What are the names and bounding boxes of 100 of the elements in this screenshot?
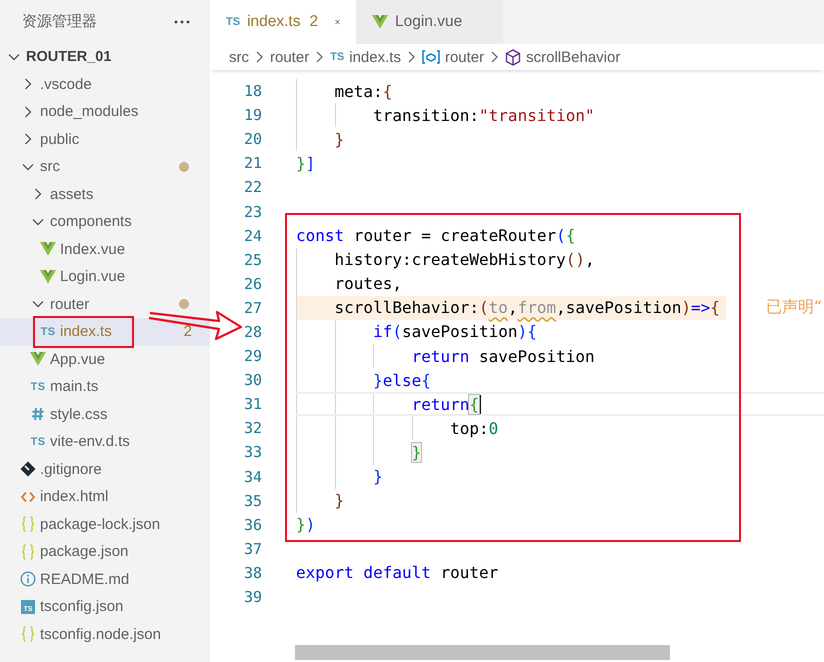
breadcrumb-item[interactable]: src — [229, 48, 249, 66]
code-line: scrollBehavior:(to,from,savePosition)=>{ — [334, 298, 720, 318]
folder-item[interactable]: assets — [0, 180, 210, 208]
ts-icon: TS — [40, 326, 56, 338]
braces-icon — [21, 626, 35, 642]
code-line: return{ — [410, 394, 480, 414]
explorer-title: 资源管理器 — [22, 12, 97, 31]
line-number: 25 — [242, 250, 262, 269]
chevron-right-icon[interactable] — [24, 133, 32, 146]
file-item[interactable]: .gitignore — [0, 456, 210, 483]
file-name: vite-env.d.ts — [50, 433, 130, 450]
chevron-right-icon — [256, 51, 263, 63]
folder-item[interactable]: .vscode — [0, 70, 210, 98]
file-item[interactable]: TS index.ts 2 — [0, 318, 210, 346]
chevron-right-icon[interactable] — [34, 188, 42, 200]
vue-icon — [40, 270, 56, 284]
vue-icon — [372, 15, 388, 29]
line-number: 27 — [242, 298, 262, 317]
chevron-right-icon[interactable] — [24, 78, 32, 90]
folder-name: assets — [50, 186, 94, 203]
code-line: }) — [296, 515, 316, 534]
file-name: tsconfig.node.json — [40, 626, 161, 643]
chevron-down-icon[interactable] — [32, 300, 44, 308]
file-item[interactable]: index.html — [0, 483, 210, 510]
info-icon — [20, 571, 36, 588]
editor-tab[interactable]: TS index.ts 2 — [210, 0, 356, 44]
code-line: transition:"transition" — [372, 106, 595, 125]
file-name: README.md — [40, 570, 130, 588]
file-item[interactable]: README.md — [0, 566, 210, 593]
line-number: 22 — [242, 178, 262, 196]
ts-icon: TS — [30, 380, 46, 393]
line-number: 34 — [242, 468, 262, 486]
file-name: main.ts — [50, 378, 98, 396]
folder-name: components — [50, 213, 132, 230]
line-number: 21 — [242, 154, 262, 172]
line-number: 35 — [242, 492, 262, 510]
chevron-down-icon[interactable] — [32, 218, 44, 226]
file-item[interactable]: package.json — [0, 538, 210, 566]
chevron-down-icon[interactable] — [8, 52, 20, 61]
code-line: if(savePosition){ — [372, 322, 537, 342]
folder-name: src — [40, 158, 60, 176]
more-icon[interactable] — [174, 20, 190, 24]
file-item[interactable]: Index.vue — [0, 236, 210, 263]
breadcrumb-item[interactable]: scrollBehavior — [505, 48, 620, 66]
code-icon — [21, 490, 35, 503]
tab-label: Login.vue — [395, 13, 462, 31]
line-number: 24 — [242, 226, 262, 245]
editor-tab[interactable]: Login.vue — [356, 0, 503, 44]
file-item[interactable]: style.css — [0, 400, 210, 428]
tab-label: index.ts — [247, 13, 300, 31]
breadcrumb-item[interactable]: router — [270, 48, 310, 66]
code-line: top:0 — [449, 418, 498, 438]
file-name: .gitignore — [40, 460, 102, 478]
file-name: index.ts — [60, 323, 112, 340]
file-name: package-lock.json — [40, 516, 160, 533]
line-number: 39 — [242, 588, 262, 606]
code-line: routes, — [334, 274, 402, 294]
file-name: style.css — [50, 406, 108, 423]
file-item[interactable]: package-lock.json — [0, 510, 210, 538]
file-item[interactable]: TS vite-env.d.ts — [0, 428, 210, 456]
vue-icon — [40, 242, 56, 256]
breadcrumb-item[interactable]: TS index.ts — [330, 48, 401, 66]
workspace-name: ROUTER_01 — [26, 48, 112, 65]
folder-name: node_modules — [40, 103, 138, 120]
ts-icon: TS — [226, 16, 240, 28]
folder-item[interactable]: router — [0, 290, 210, 318]
folder-name: router — [50, 296, 90, 313]
line-number: 32 — [242, 419, 262, 438]
workspace-folder[interactable]: ROUTER_01 — [0, 43, 210, 70]
file-item[interactable]: App.vue — [0, 346, 210, 373]
file-name: App.vue — [50, 350, 106, 368]
file-item[interactable]: tsconfig.node.json — [0, 620, 210, 648]
folder-item[interactable]: public — [0, 126, 210, 153]
line-number: 23 — [242, 202, 262, 221]
line-number: 37 — [242, 540, 262, 558]
vue-icon — [30, 352, 46, 366]
folder-item[interactable]: src — [0, 153, 210, 180]
chevron-right-icon[interactable] — [24, 106, 32, 118]
file-name: Login.vue — [60, 268, 126, 286]
file-item[interactable]: TS main.ts — [0, 373, 210, 400]
problem-count: 2 — [309, 13, 318, 31]
variable-icon — [422, 49, 440, 65]
line-number: 33 — [242, 443, 262, 462]
folder-item[interactable]: components — [0, 208, 210, 236]
folder-item[interactable]: node_modules — [0, 98, 210, 126]
line-number: 20 — [242, 130, 262, 148]
folder-name: public — [40, 130, 80, 148]
code-line: }else{ — [372, 370, 431, 390]
code-line: history:createWebHistory(), — [334, 250, 595, 270]
file-item[interactable]: Login.vue — [0, 263, 210, 290]
code-line: const router = createRouter({ — [296, 226, 576, 246]
line-number: 36 — [242, 516, 262, 534]
code-line: } — [372, 467, 383, 486]
chevron-down-icon[interactable] — [22, 162, 34, 171]
breadcrumb-item[interactable]: router — [422, 48, 484, 66]
code-line: } — [334, 491, 344, 510]
code-line: return savePosition — [410, 346, 595, 366]
file-name: index.html — [40, 488, 108, 506]
scrollbar[interactable] — [295, 645, 670, 660]
line-number: 31 — [242, 395, 262, 414]
